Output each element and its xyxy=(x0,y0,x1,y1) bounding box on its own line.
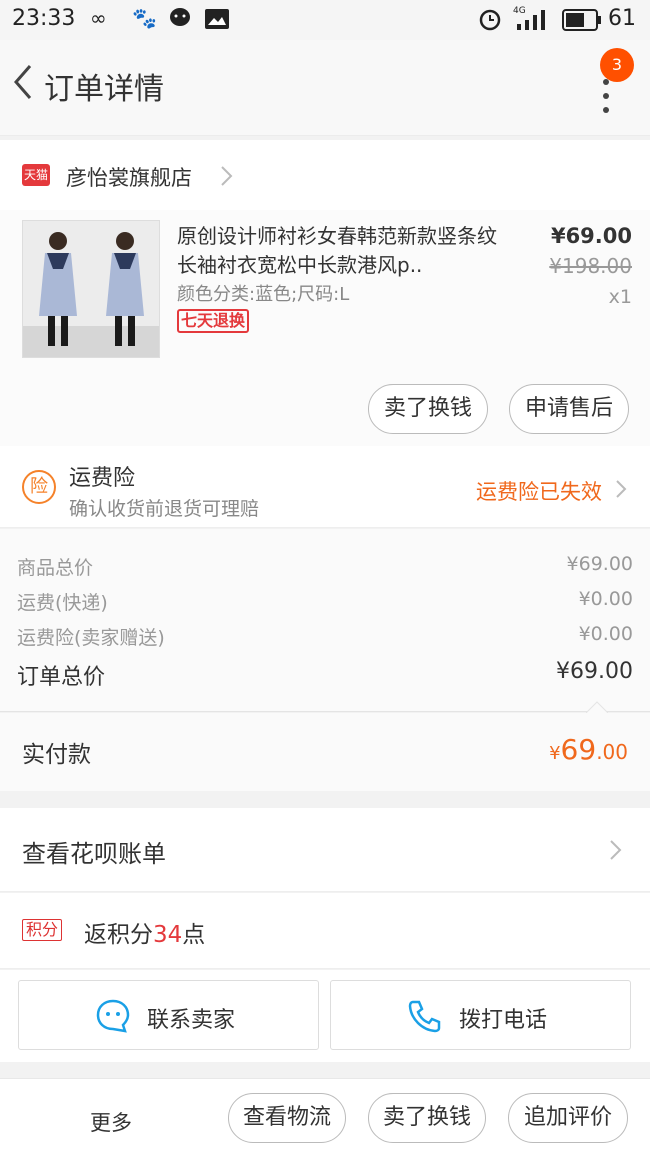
add-review-button[interactable]: 追加评价 xyxy=(508,1093,628,1143)
call-phone-label: 拨打电话 xyxy=(459,1008,548,1033)
shipping-insurance-row[interactable]: 险 运费险 确认收货前退货可理赔 运费险已失效 xyxy=(0,446,650,528)
image-icon xyxy=(204,8,230,35)
actual-payment-label: 实付款 xyxy=(22,742,91,768)
product-price: ¥69.00 xyxy=(550,224,632,248)
summary-label: 运费(快递) xyxy=(17,592,108,614)
order-total-label: 订单总价 xyxy=(17,665,106,690)
phone-icon xyxy=(408,1000,441,1033)
page-title: 订单详情 xyxy=(44,72,164,107)
amount-integer: 69 xyxy=(560,733,597,766)
resell-button[interactable]: 卖了换钱 xyxy=(368,384,488,434)
after-sales-button[interactable]: 申请售后 xyxy=(509,384,629,434)
summary-value: ¥0.00 xyxy=(578,588,633,610)
more-button[interactable]: 更多 xyxy=(90,1107,132,1137)
points-number: 34 xyxy=(153,922,183,948)
tmall-logo: 天猫 xyxy=(22,164,50,186)
top-bar: 订单详情 3 xyxy=(0,40,650,136)
status-bar: 23:33 ∞ 🐾 4G 61 xyxy=(0,0,650,40)
paw-icon: 🐾 xyxy=(132,6,157,30)
actual-payment-row: 实付款 ¥69.00 xyxy=(0,713,650,791)
back-button[interactable] xyxy=(8,62,38,102)
product-image[interactable] xyxy=(22,220,160,358)
chevron-right-icon xyxy=(616,480,627,498)
actual-payment-amount: ¥69.00 xyxy=(549,733,628,766)
return-policy-tag: 七天退换 xyxy=(177,309,250,333)
battery-level: 61 xyxy=(608,6,636,31)
contact-seller-button[interactable]: 联系卖家 xyxy=(18,980,319,1050)
points-row: 积分 返积分34点 xyxy=(0,893,650,969)
caret-up-icon xyxy=(586,701,608,713)
summary-label: 商品总价 xyxy=(17,557,94,579)
price-summary: 商品总价 ¥69.00 运费(快递) ¥0.00 运费险(卖家赠送) ¥0.00… xyxy=(0,529,650,713)
resell-button-bottom[interactable]: 卖了换钱 xyxy=(368,1093,486,1143)
product-title[interactable]: 原创设计师衬衫女春韩范新款竖条纹长袖衬衣宽松中长款港风p.. xyxy=(177,222,497,280)
summary-value: ¥0.00 xyxy=(578,623,633,645)
points-suffix: 点 xyxy=(182,922,206,948)
insurance-icon: 险 xyxy=(22,470,56,504)
chevron-left-icon xyxy=(14,65,32,99)
chat-bubble-icon xyxy=(96,999,130,1033)
view-logistics-button[interactable]: 查看物流 xyxy=(228,1093,346,1143)
summary-label: 运费险(卖家赠送) xyxy=(17,627,165,649)
call-phone-button[interactable]: 拨打电话 xyxy=(330,980,631,1050)
insurance-subtitle: 确认收货前退货可理赔 xyxy=(69,498,260,520)
shop-row[interactable]: 天猫 彦怡裳旗舰店 xyxy=(0,140,650,210)
bottom-action-bar: 更多 查看物流 卖了换钱 追加评价 xyxy=(0,1078,650,1155)
contact-seller-label: 联系卖家 xyxy=(147,1008,236,1033)
chevron-right-icon xyxy=(221,166,233,186)
insurance-status: 运费险已失效 xyxy=(476,480,602,504)
shop-name: 彦怡裳旗舰店 xyxy=(66,166,192,190)
points-prefix: 返积分 xyxy=(84,922,153,948)
status-time: 23:33 xyxy=(12,6,76,31)
battery-icon xyxy=(562,9,602,35)
signal-icon xyxy=(513,8,551,36)
original-price: ¥198.00 xyxy=(549,254,632,278)
points-tag: 积分 xyxy=(22,919,63,941)
summary-value: ¥69.00 xyxy=(566,553,633,575)
notification-badge: 3 xyxy=(600,48,634,82)
amount-decimal: .00 xyxy=(596,740,628,764)
points-text: 返积分34点 xyxy=(84,915,205,949)
insurance-title: 运费险 xyxy=(69,466,136,491)
alarm-icon xyxy=(477,6,503,37)
contact-bar: 联系卖家 拨打电话 xyxy=(0,970,650,1062)
product-quantity: x1 xyxy=(608,286,632,308)
product-spec: 颜色分类:蓝色;尺码:L xyxy=(177,284,350,305)
product-card[interactable]: 原创设计师衬衫女春韩范新款竖条纹长袖衬衣宽松中长款港风p.. 颜色分类:蓝色;尺… xyxy=(0,210,650,446)
order-total-value: ¥69.00 xyxy=(556,659,633,684)
chevron-right-icon xyxy=(610,840,622,860)
huabei-bill-label: 查看花呗账单 xyxy=(22,840,166,868)
infinity-icon: ∞ xyxy=(90,6,107,30)
huabei-bill-row[interactable]: 查看花呗账单 xyxy=(0,808,650,892)
currency-symbol: ¥ xyxy=(549,743,561,764)
chat-icon xyxy=(168,6,192,35)
